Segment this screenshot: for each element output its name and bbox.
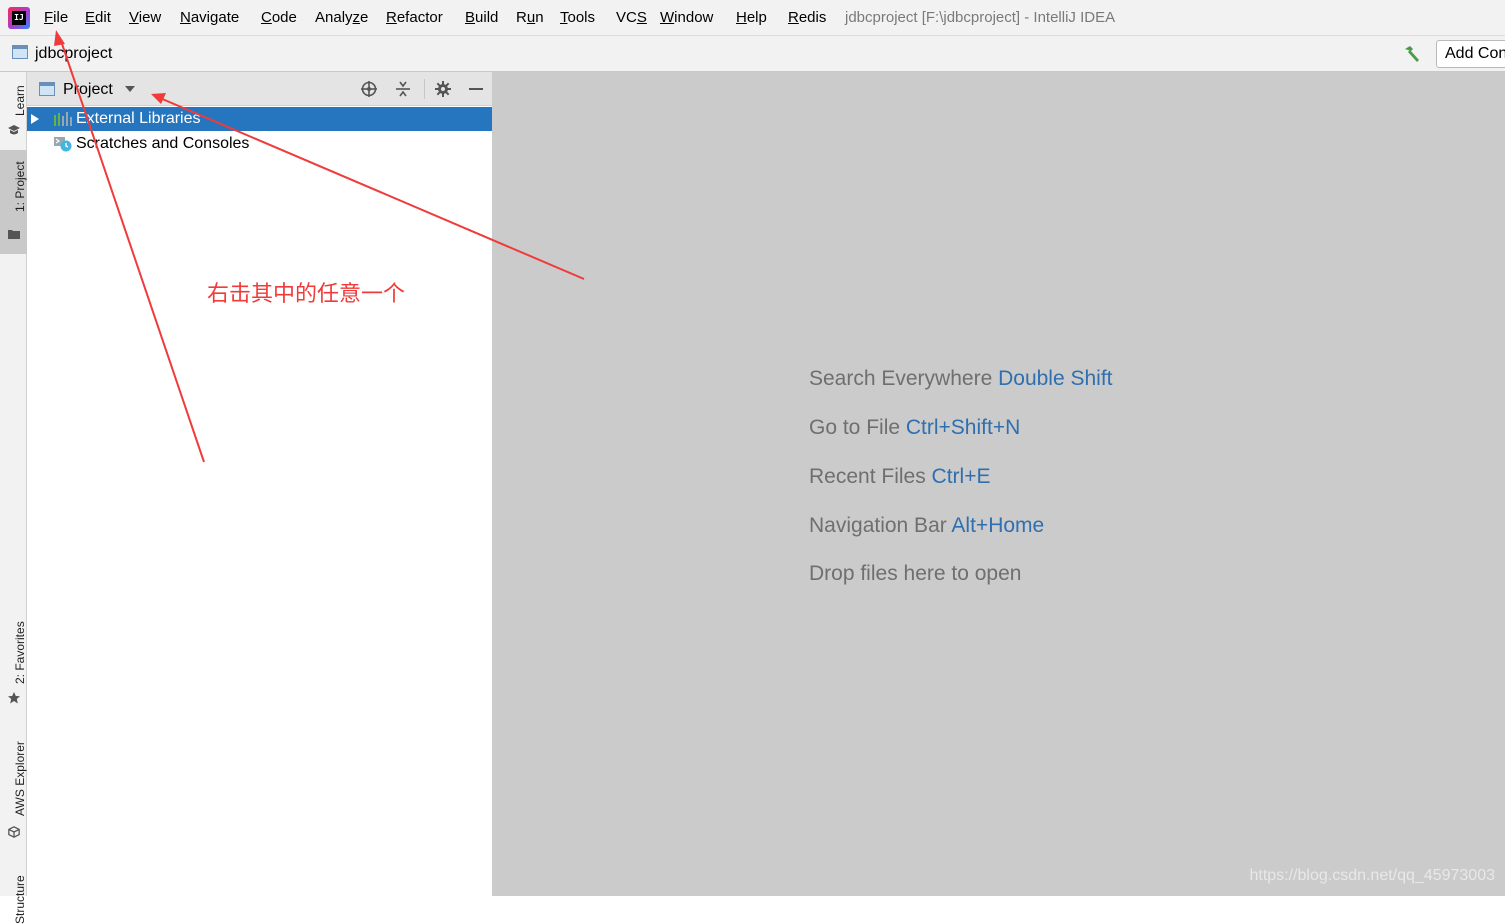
- gear-icon[interactable]: [434, 80, 452, 98]
- menu-tools[interactable]: Tools: [560, 9, 595, 27]
- tool-tab-aws-explorer[interactable]: AWS Explorer: [0, 732, 27, 842]
- tool-tab-structure-label: Structure: [13, 875, 27, 924]
- expand-arrow-icon[interactable]: [31, 114, 39, 124]
- tool-tab-aws-label: AWS Explorer: [13, 741, 27, 816]
- menu-navigate[interactable]: Navigate: [180, 9, 239, 27]
- collapse-all-icon[interactable]: [394, 80, 412, 98]
- menu-redis[interactable]: Redis: [788, 9, 826, 27]
- project-tool-window: Project External Libraries Scratches and…: [27, 72, 492, 896]
- left-tool-strip: Learn 1: Project 2: Favorites AWS Explor…: [0, 72, 27, 924]
- menu-window[interactable]: Window: [660, 9, 713, 27]
- menu-analyze[interactable]: Analyze: [315, 9, 368, 27]
- tool-tab-learn[interactable]: Learn: [0, 72, 27, 142]
- add-configuration-button[interactable]: Add Configuration...: [1436, 40, 1505, 68]
- scratch-clock-icon: [54, 137, 72, 152]
- menu-refactor[interactable]: Refactor: [386, 9, 443, 27]
- menu-run[interactable]: Run: [516, 9, 544, 27]
- menu-build[interactable]: Build: [465, 9, 498, 27]
- breadcrumb-project[interactable]: jdbcproject: [35, 44, 112, 64]
- star-icon: [8, 692, 20, 704]
- project-view-icon: [39, 82, 55, 96]
- locate-target-icon[interactable]: [360, 80, 378, 98]
- tool-tab-project-label: 1: Project: [13, 161, 27, 212]
- tool-tab-favorites[interactable]: 2: Favorites: [0, 612, 27, 712]
- project-view-selector[interactable]: Project: [63, 80, 113, 100]
- watermark: https://blog.csdn.net/qq_45973003: [1249, 867, 1495, 884]
- shortcut-key: Ctrl+E: [931, 465, 991, 488]
- hint-navigation-bar: Navigation Bar Alt+Home: [809, 514, 1045, 537]
- editor-empty-area[interactable]: Search Everywhere Double Shift Go to Fil…: [492, 72, 1505, 896]
- tree-row-scratches-and-consoles[interactable]: Scratches and Consoles: [27, 132, 492, 156]
- hint-drop-files: Drop files here to open: [809, 562, 1022, 585]
- project-panel-header: Project: [27, 72, 492, 106]
- chevron-down-icon[interactable]: [125, 86, 135, 92]
- tree-row-external-libraries[interactable]: External Libraries: [27, 107, 492, 131]
- shortcut-key: Ctrl+Shift+N: [905, 416, 1021, 439]
- menu-view[interactable]: View: [129, 9, 161, 27]
- tool-tab-favorites-label: 2: Favorites: [13, 621, 27, 684]
- library-bars-icon: [54, 112, 72, 126]
- build-hammer-icon[interactable]: [1402, 44, 1422, 64]
- header-divider: [424, 79, 425, 99]
- menu-code[interactable]: Code: [261, 9, 297, 27]
- menu-help[interactable]: Help: [736, 9, 767, 27]
- navigation-bar: jdbcproject Add Configuration...: [0, 36, 1505, 72]
- tool-tab-structure[interactable]: Structure: [0, 864, 27, 924]
- shortcut-key: Double Shift: [998, 367, 1113, 390]
- tree-row-label: External Libraries: [76, 110, 201, 127]
- hint-recent-files: Recent Files Ctrl+E: [809, 465, 991, 488]
- graduation-cap-icon: [8, 125, 20, 135]
- shortcut-key: Alt+Home: [951, 514, 1045, 537]
- menu-file[interactable]: File: [44, 9, 68, 27]
- menu-edit[interactable]: Edit: [85, 9, 111, 27]
- aws-cube-icon: [8, 826, 20, 838]
- menu-bar: IJ File Edit View Navigate Code Analyze …: [0, 0, 1505, 36]
- menu-vcs[interactable]: VCS: [616, 9, 647, 27]
- tool-tab-learn-label: Learn: [13, 85, 27, 116]
- annotation-note: 右击其中的任意一个: [207, 282, 406, 307]
- minimize-icon[interactable]: [467, 80, 485, 98]
- tree-row-label: Scratches and Consoles: [76, 135, 250, 152]
- window-title: jdbcproject [F:\jdbcproject] - IntelliJ …: [845, 9, 1116, 26]
- folder-icon: [8, 230, 20, 239]
- hint-go-to-file: Go to File Ctrl+Shift+N: [809, 416, 1021, 439]
- hint-search-everywhere: Search Everywhere Double Shift: [809, 367, 1113, 390]
- tool-tab-project[interactable]: 1: Project: [0, 150, 27, 254]
- intellij-logo-icon: IJ: [8, 7, 30, 29]
- project-folder-icon: [12, 45, 28, 59]
